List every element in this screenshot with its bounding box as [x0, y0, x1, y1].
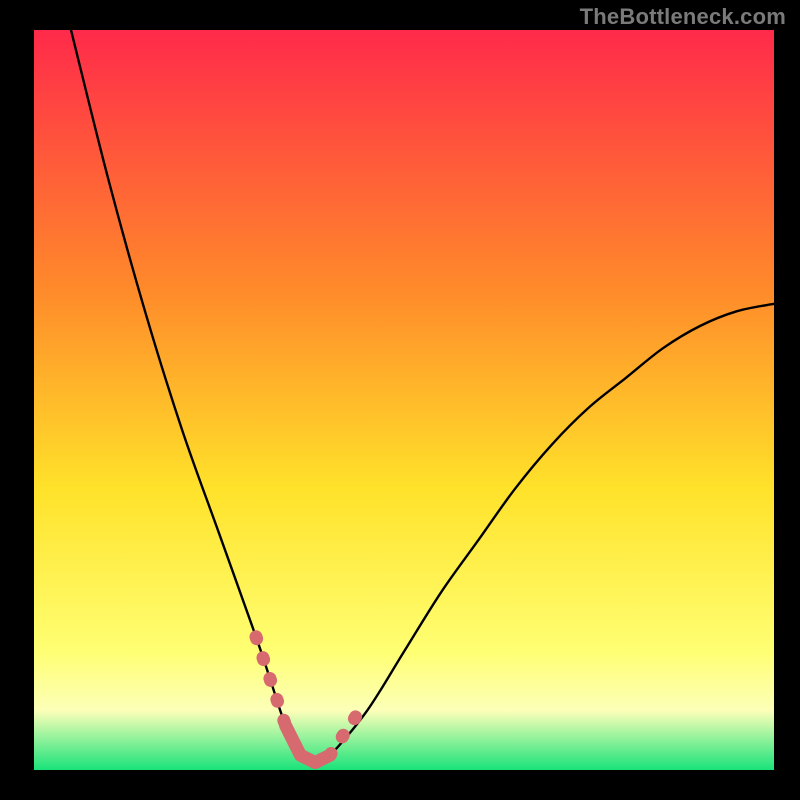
- watermark-text: TheBottleneck.com: [580, 4, 786, 30]
- chart-stage: TheBottleneck.com: [0, 0, 800, 800]
- plot-area: [34, 30, 774, 770]
- gradient-background: [34, 30, 774, 770]
- bottleneck-chart: [34, 30, 774, 770]
